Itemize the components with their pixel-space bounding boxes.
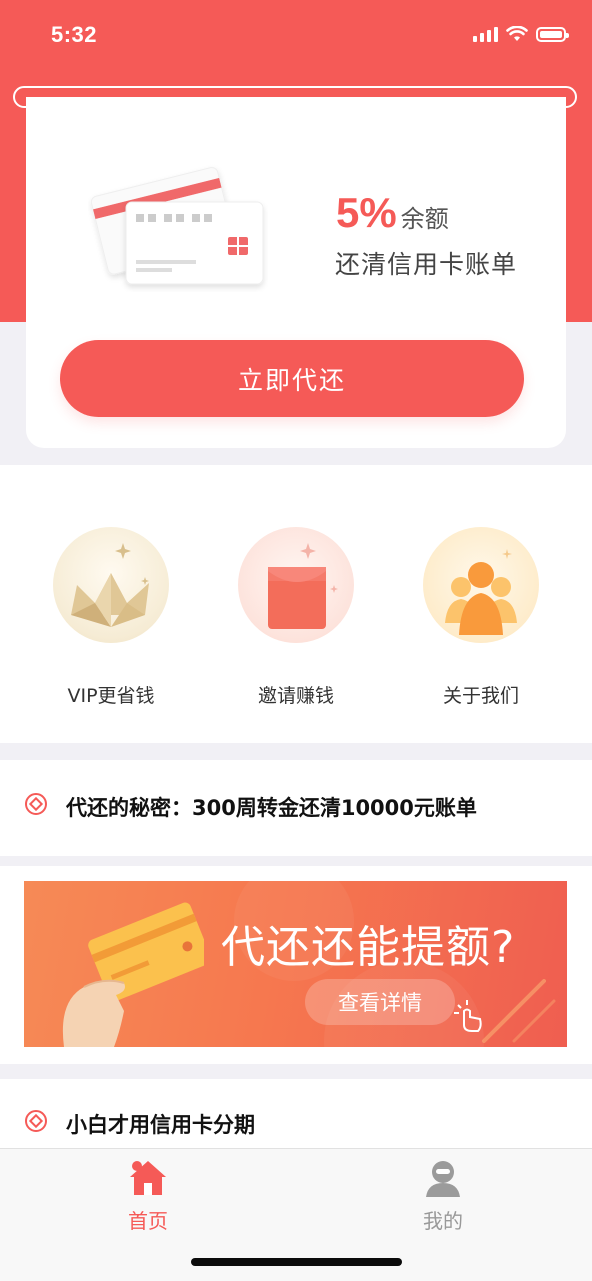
tab-profile[interactable]: 我的 [383,1159,503,1234]
repay-now-button[interactable]: 立即代还 [60,340,524,417]
red-envelope-icon [238,527,354,643]
view-details-button[interactable]: 查看详情 [305,979,455,1025]
status-time: 5:32 [51,22,98,47]
home-indicator [191,1258,402,1266]
article-title: 代还的秘密：300周转金还清10000元账单 [66,796,477,820]
promo-banner[interactable]: 代还还能提额? 查看详情 [24,881,567,1047]
promo-card: 5% 余额 还清信用卡账单 立即代还 [26,97,566,448]
target-icon [25,1110,47,1132]
tab-label: 我的 [423,1209,463,1233]
hand-card-icon [62,902,204,1047]
promo-subtitle: 还清信用卡账单 [335,250,518,279]
article-row[interactable]: 代还的秘密：300周转金还清10000元账单 [0,760,592,856]
status-icons [473,26,569,42]
status-bar: 5:32 [0,0,592,72]
credit-card-illustration [90,167,264,285]
promo-unit: 余额 [400,205,449,233]
quick-action-label: 关于我们 [442,685,519,707]
crown-icon [53,527,169,643]
home-icon [130,1161,166,1195]
quick-action-label: 邀请赚钱 [257,685,334,707]
tab-home[interactable]: 首页 [88,1159,208,1234]
battery-icon [536,26,569,42]
wifi-icon [506,26,528,41]
tab-label: 首页 [128,1209,168,1233]
tap-hand-icon [454,1000,482,1032]
article-title: 小白才用信用卡分期 [66,1113,255,1137]
quick-action-invite[interactable]: 邀请赚钱 [216,527,376,708]
promo-percent: 5% [336,189,397,236]
banner-section: 代还还能提额? 查看详情 [0,866,592,1064]
target-icon [25,793,47,815]
article-row[interactable]: 小白才用信用卡分期 [0,1079,592,1148]
quick-action-vip[interactable]: VIP更省钱 [31,527,191,708]
banner-title: 代还还能提额? [221,922,516,973]
quick-action-about[interactable]: 关于我们 [401,527,561,708]
quick-actions: VIP更省钱 邀请赚钱 关于我们 [0,465,592,743]
cellular-signal-icon [473,26,498,42]
team-icon [423,527,539,643]
promo-headline: 5% 余额 [336,189,449,237]
quick-action-label: VIP更省钱 [67,685,155,707]
user-icon [426,1161,460,1197]
